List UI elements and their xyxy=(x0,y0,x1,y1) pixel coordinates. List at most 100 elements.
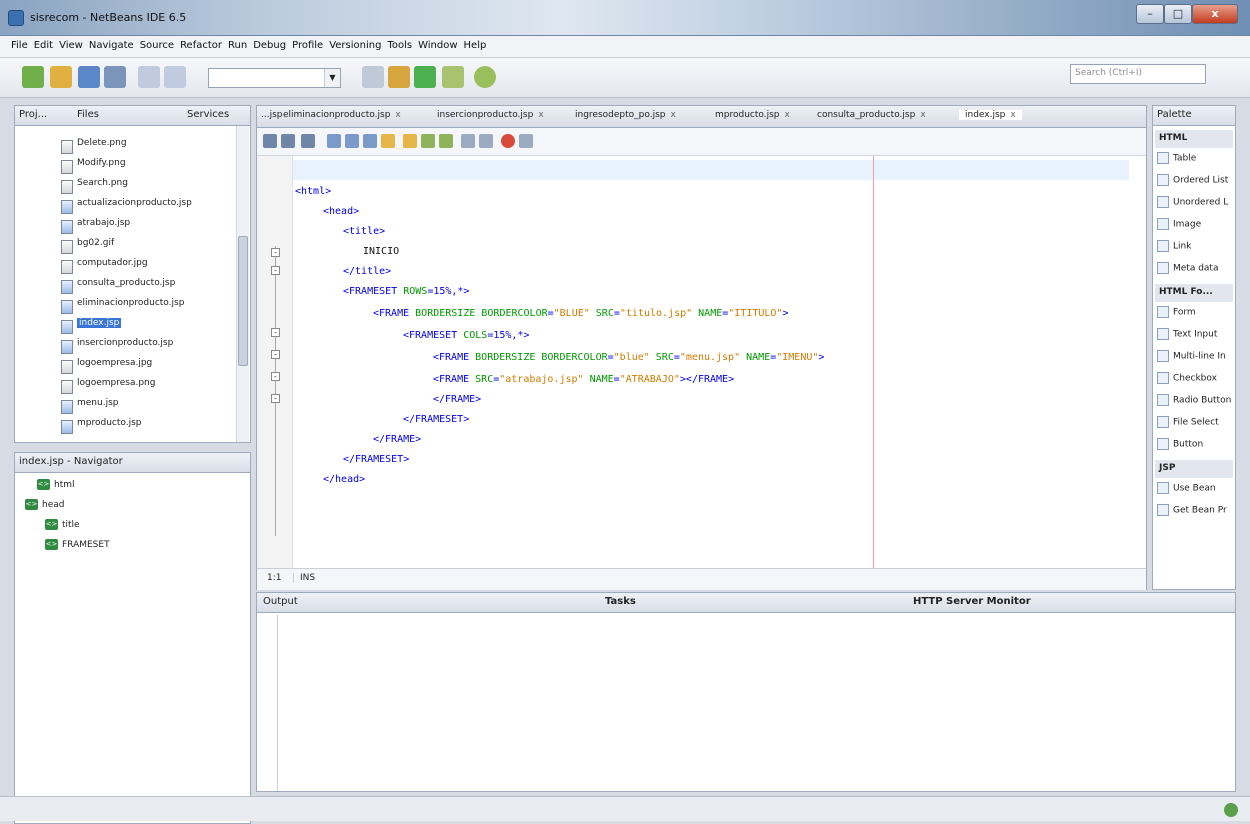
palette-item[interactable]: Link xyxy=(1157,240,1191,260)
tree-item[interactable]: consulta_producto.jsp xyxy=(61,278,175,298)
palette-item[interactable]: Get Bean Pr xyxy=(1157,504,1227,524)
palette-category-html-forms[interactable]: HTML Fo... xyxy=(1155,284,1233,302)
clean-build-icon[interactable] xyxy=(362,66,384,88)
tab-http-server-monitor[interactable]: HTTP Server Monitor xyxy=(913,596,1031,607)
shift-right-icon[interactable] xyxy=(479,134,493,148)
fold-toggle[interactable]: - xyxy=(271,372,280,381)
scrollbar-thumb[interactable] xyxy=(238,236,248,366)
tree-item[interactable]: logoempresa.png xyxy=(61,378,155,398)
next-bookmark-icon[interactable] xyxy=(421,134,435,148)
save-all-icon[interactable] xyxy=(104,66,126,88)
menu-refactor[interactable]: Refactor xyxy=(177,36,225,55)
minimize-button[interactable]: – xyxy=(1136,4,1164,24)
close-icon[interactable]: x xyxy=(538,110,543,120)
tree-item[interactable]: Search.png xyxy=(61,178,128,198)
close-icon[interactable]: x xyxy=(785,110,790,120)
redo-icon[interactable] xyxy=(164,66,186,88)
palette-category-jsp[interactable]: JSP xyxy=(1155,460,1233,478)
palette-item[interactable]: Radio Button xyxy=(1157,394,1231,414)
tab-tasks[interactable]: Tasks xyxy=(605,596,636,607)
previous-bookmark-icon[interactable] xyxy=(403,134,417,148)
find-next-icon[interactable] xyxy=(363,134,377,148)
chevron-down-icon[interactable]: ▼ xyxy=(324,69,340,87)
code-editor[interactable]: <html> <head> <title> INICIO </title> <F… xyxy=(293,156,1143,568)
menu-navigate[interactable]: Navigate xyxy=(86,36,137,55)
close-icon[interactable]: x xyxy=(395,110,400,120)
fold-toggle[interactable]: - xyxy=(271,350,280,359)
open-project-icon[interactable] xyxy=(78,66,100,88)
tab-index-jsp-active[interactable]: index.jsp x xyxy=(959,110,1022,120)
tab-files[interactable]: Files xyxy=(77,109,99,120)
menu-debug[interactable]: Debug xyxy=(250,36,289,55)
menu-file[interactable]: File xyxy=(8,36,31,55)
profile-icon[interactable] xyxy=(474,66,496,88)
stop-macro-icon[interactable] xyxy=(519,134,533,148)
palette-item[interactable]: Checkbox xyxy=(1157,372,1217,392)
tree-item[interactable]: Modify.png xyxy=(61,158,126,178)
fold-toggle[interactable]: - xyxy=(271,328,280,337)
shift-left-icon[interactable] xyxy=(461,134,475,148)
tab-file[interactable]: insercionproducto.jsp x xyxy=(437,110,544,120)
tab-file[interactable]: consulta_producto.jsp x xyxy=(817,110,926,120)
close-window-button[interactable]: x xyxy=(1192,4,1238,24)
fold-toggle[interactable]: - xyxy=(271,266,280,275)
menu-run[interactable]: Run xyxy=(225,36,250,55)
close-icon[interactable]: x xyxy=(1010,110,1015,120)
tree-item[interactable]: logoempresa.jpg xyxy=(61,358,152,378)
search-input[interactable]: Search (Ctrl+I) xyxy=(1070,64,1206,84)
find-previous-icon[interactable] xyxy=(345,134,359,148)
nav-node-head[interactable]: <> head xyxy=(25,499,64,515)
close-icon[interactable]: x xyxy=(920,110,925,120)
new-file-icon[interactable] xyxy=(22,66,44,88)
palette-item[interactable]: Image xyxy=(1157,218,1201,238)
forward-icon[interactable] xyxy=(301,134,315,148)
start-macro-icon[interactable] xyxy=(501,134,515,148)
tab-services[interactable]: Services xyxy=(187,109,229,120)
tab-projects[interactable]: Proj... xyxy=(19,109,47,120)
projects-scrollbar[interactable] xyxy=(236,126,249,442)
palette-item[interactable]: File Select xyxy=(1157,416,1219,436)
palette-item[interactable]: Form xyxy=(1157,306,1196,326)
palette-category-html[interactable]: HTML xyxy=(1155,130,1233,148)
debug-icon[interactable] xyxy=(442,66,464,88)
tab-file[interactable]: mproducto.jsp x xyxy=(715,110,790,120)
fold-toggle[interactable]: - xyxy=(271,248,280,257)
source-view-icon[interactable] xyxy=(263,134,277,148)
menu-versioning[interactable]: Versioning xyxy=(326,36,384,55)
build-icon[interactable] xyxy=(388,66,410,88)
tree-item-selected[interactable]: index.jsp xyxy=(61,318,122,338)
palette-item[interactable]: Text Input xyxy=(1157,328,1217,348)
palette-item[interactable]: Multi-line In xyxy=(1157,350,1226,370)
tree-item[interactable]: menu.jsp xyxy=(61,398,118,418)
run-icon[interactable] xyxy=(414,66,436,88)
menu-edit[interactable]: Edit xyxy=(31,36,56,55)
notification-icon[interactable] xyxy=(1224,803,1238,817)
menu-source[interactable]: Source xyxy=(137,36,177,55)
tree-item[interactable]: atrabajo.jsp xyxy=(61,218,130,238)
tab-file[interactable]: ingresodepto_po.jsp x xyxy=(575,110,676,120)
nav-node-title[interactable]: <> title xyxy=(45,519,80,535)
palette-item[interactable]: Meta data xyxy=(1157,262,1218,282)
toggle-highlight-icon[interactable] xyxy=(381,134,395,148)
new-project-icon[interactable] xyxy=(50,66,72,88)
tree-item[interactable]: eliminacionproducto.jsp xyxy=(61,298,184,318)
tree-item[interactable]: bg02.gif xyxy=(61,238,114,258)
nav-node-html[interactable]: <> html xyxy=(37,479,75,495)
tree-item[interactable]: computador.jpg xyxy=(61,258,148,278)
fold-toggle[interactable]: - xyxy=(271,394,280,403)
tree-item[interactable]: insercionproducto.jsp xyxy=(61,338,173,358)
back-icon[interactable] xyxy=(281,134,295,148)
palette-item[interactable]: Ordered List xyxy=(1157,174,1228,194)
toggle-bookmark-icon[interactable] xyxy=(439,134,453,148)
menu-window[interactable]: Window xyxy=(415,36,460,55)
configuration-combo[interactable]: ▼ xyxy=(208,68,341,88)
menu-profile[interactable]: Profile xyxy=(289,36,326,55)
tab-output[interactable]: Output xyxy=(263,596,298,607)
menu-help[interactable]: Help xyxy=(461,36,490,55)
maximize-button[interactable]: □ xyxy=(1164,4,1192,24)
palette-item[interactable]: Unordered L xyxy=(1157,196,1228,216)
tree-item[interactable]: mproducto.jsp xyxy=(61,418,142,438)
palette-item[interactable]: Table xyxy=(1157,152,1196,172)
menu-view[interactable]: View xyxy=(56,36,86,55)
tab-file[interactable]: eliminacionproducto.jsp x xyxy=(283,110,401,120)
